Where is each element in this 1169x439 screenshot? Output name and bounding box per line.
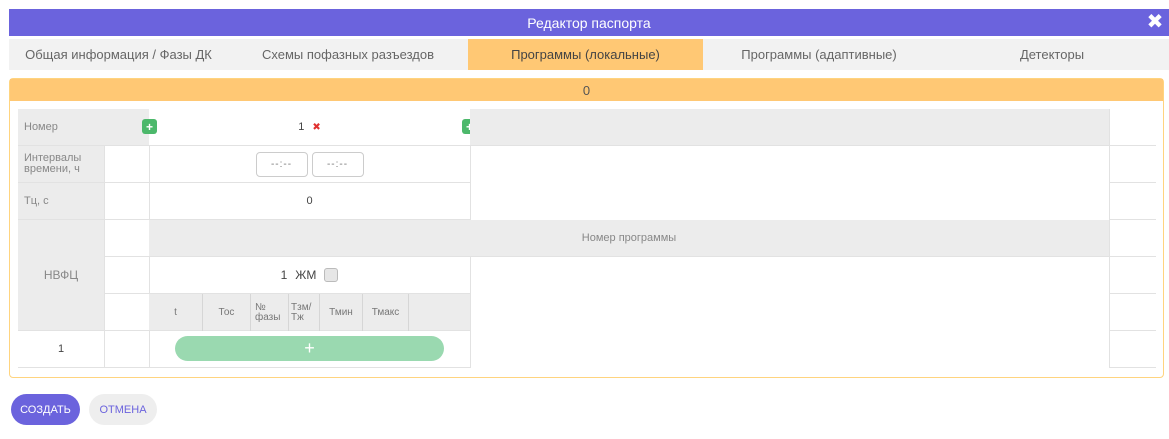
empty-cell: [1109, 294, 1156, 331]
close-icon[interactable]: ✖: [1145, 12, 1165, 32]
program-number-cell: 1 ✖: [149, 109, 470, 146]
empty-cell: [1109, 257, 1156, 294]
empty-cell: [104, 220, 149, 257]
tc-value: 0: [149, 183, 470, 220]
empty-cell: [104, 294, 149, 331]
row-label-intervals-text: Интервалы времени, ч: [24, 152, 82, 175]
divider: [470, 257, 471, 368]
empty-cell: [104, 257, 149, 294]
time-from-input[interactable]: --:--: [255, 151, 308, 177]
divider: [470, 146, 471, 220]
empty-cell: [1109, 146, 1156, 183]
row-label-nvfc: НВФЦ: [18, 220, 104, 331]
tab-general-info[interactable]: Общая информация / Фазы ДК: [9, 39, 228, 70]
window-title-bar: Редактор паспорта ✖: [9, 9, 1169, 36]
program-number: 1: [298, 121, 305, 133]
zhm-checkbox[interactable]: [324, 268, 339, 282]
row-label-tc: Тц, с: [18, 183, 104, 220]
row-label-number: Номер: [18, 109, 104, 146]
empty-cell: [104, 183, 149, 220]
row-label-intervals: Интервалы времени, ч: [18, 146, 104, 183]
col-phase-number: № фазы: [251, 294, 289, 331]
tab-bar: Общая информация / Фазы ДК Схемы пофазны…: [9, 39, 1169, 70]
empty-cell: [1109, 220, 1156, 257]
window-title: Редактор паспорта: [527, 14, 651, 31]
phase-columns: t Тос № фазы Тзм/ Тж Тмин Тмакс: [149, 294, 409, 331]
add-phase-button[interactable]: +: [175, 336, 444, 361]
row-index: 1: [18, 331, 104, 368]
right-header-cell: [470, 109, 1109, 146]
create-button[interactable]: СОЗДАТЬ: [11, 394, 80, 425]
tab-phase-schemes[interactable]: Схемы пофазных разъездов: [228, 39, 468, 70]
col-tzm-tzh: Тзм/ Тж: [289, 294, 320, 331]
col-tos: Тос: [203, 294, 251, 331]
program-number-header: Номер программы: [149, 220, 1109, 257]
time-to-input[interactable]: --:--: [311, 151, 364, 177]
tab-local-programs[interactable]: Программы (локальные): [468, 39, 703, 70]
col-tmax: Тмакс: [363, 294, 409, 331]
phase-program-cell: 1 ЖМ: [149, 257, 470, 294]
cancel-button[interactable]: ОТМЕНА: [89, 394, 157, 425]
empty-cell: [1109, 183, 1156, 220]
control-cell: +: [104, 109, 157, 146]
col-tmin: Тмин: [320, 294, 363, 331]
time-interval-cell: --:-- --:--: [149, 146, 470, 183]
panel-header: 0: [10, 79, 1163, 101]
col-t: t: [149, 294, 203, 331]
tab-adaptive-programs[interactable]: Программы (адаптивные): [703, 39, 935, 70]
empty-cell: [1109, 331, 1156, 368]
empty-cell: [104, 146, 149, 183]
empty-cell: [1109, 109, 1156, 146]
remove-program-icon[interactable]: ✖: [312, 122, 320, 133]
tab-detectors[interactable]: Детекторы: [935, 39, 1169, 70]
empty-cell: [104, 331, 149, 368]
phase-program-number: 1: [280, 268, 288, 282]
zhm-label: ЖМ: [295, 268, 317, 282]
